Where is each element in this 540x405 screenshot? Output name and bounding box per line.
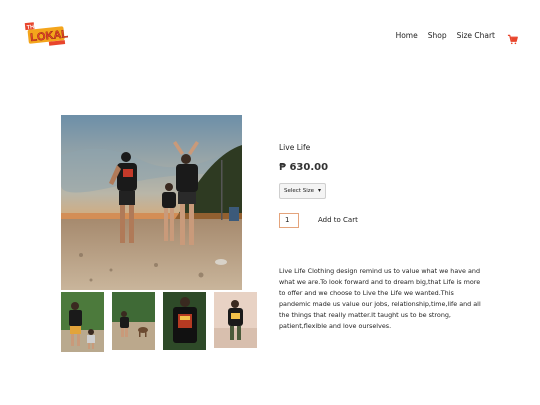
size-select[interactable]: Select Size ▾: [279, 183, 326, 199]
thumbnail-gallery: [61, 292, 261, 354]
product-main-image[interactable]: [61, 115, 242, 290]
chevron-down-icon: ▾: [317, 187, 321, 194]
nav-shop[interactable]: Shop: [428, 31, 447, 40]
thumbnail-1[interactable]: [61, 292, 104, 352]
site-logo[interactable]: THE LOKAL: [24, 18, 69, 50]
site-header: THE LOKAL Home Shop Size Chart: [0, 0, 540, 70]
quantity-input[interactable]: 1: [279, 213, 299, 228]
nav-home[interactable]: Home: [396, 31, 418, 40]
add-to-cart-button[interactable]: Add to Cart: [318, 216, 358, 224]
svg-text:THE: THE: [26, 24, 38, 31]
nav-size-chart[interactable]: Size Chart: [457, 31, 495, 40]
product-description: Live Life Clothing design remind us to v…: [279, 267, 481, 330]
size-select-value: Select Size: [284, 188, 315, 194]
thumbnail-2[interactable]: [112, 292, 155, 350]
product-price: ₱ 630.00: [279, 162, 329, 173]
thumbnail-3[interactable]: [163, 292, 206, 350]
cart-icon[interactable]: [507, 30, 518, 45]
main-nav: Home Shop Size Chart: [386, 30, 518, 45]
thumbnail-4[interactable]: [214, 292, 257, 348]
product-title: Live Life: [279, 143, 311, 152]
